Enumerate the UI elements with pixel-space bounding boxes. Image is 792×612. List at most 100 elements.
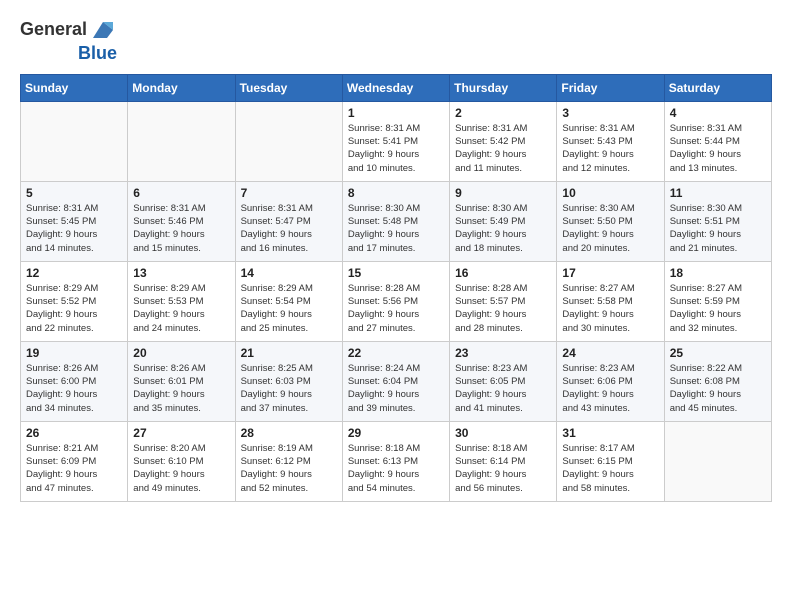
day-info: Sunrise: 8:22 AM Sunset: 6:08 PM Dayligh… [670, 362, 766, 415]
day-info: Sunrise: 8:30 AM Sunset: 5:51 PM Dayligh… [670, 202, 766, 255]
calendar-cell: 14Sunrise: 8:29 AM Sunset: 5:54 PM Dayli… [235, 261, 342, 341]
calendar-cell: 6Sunrise: 8:31 AM Sunset: 5:46 PM Daylig… [128, 181, 235, 261]
calendar-cell: 28 Sunrise: 8:19 AM Sunset: 6:12 PM Dayli… [235, 421, 342, 501]
week-row-3: 12Sunrise: 8:29 AM Sunset: 5:52 PM Dayli… [21, 261, 772, 341]
day-number: 30 [455, 426, 551, 440]
day-number: 16 [455, 266, 551, 280]
day-number: 5 [26, 186, 122, 200]
day-number: 8 [348, 186, 444, 200]
calendar-cell: 5 Sunrise: 8:31 AM Sunset: 5:45 PM Daylig… [21, 181, 128, 261]
day-number: 13 [133, 266, 229, 280]
week-row-2: 5 Sunrise: 8:31 AM Sunset: 5:45 PM Daylig… [21, 181, 772, 261]
day-info: Sunrise: 8:30 AM Sunset: 5:48 PM Dayligh… [348, 202, 444, 255]
calendar-cell: 27 Sunrise: 8:20 AM Sunset: 6:10 PM Dayli… [128, 421, 235, 501]
page-header: General Blue [20, 16, 772, 64]
logo-icon [89, 16, 117, 44]
day-info: Sunrise: 8:31 AM Sunset: 5:47 PM Dayligh… [241, 202, 337, 255]
calendar-cell: 21 Sunrise: 8:25 AM Sunset: 6:03 PM Dayli… [235, 341, 342, 421]
day-number: 9 [455, 186, 551, 200]
day-number: 17 [562, 266, 658, 280]
day-number: 25 [670, 346, 766, 360]
day-number: 3 [562, 106, 658, 120]
day-info: Sunrise: 8:31 AM Sunset: 5:46 PM Dayligh… [133, 202, 229, 255]
calendar-cell: 15 Sunrise: 8:28 AM Sunset: 5:56 PM Dayli… [342, 261, 449, 341]
calendar-cell [235, 101, 342, 181]
day-info: Sunrise: 8:30 AM Sunset: 5:49 PM Dayligh… [455, 202, 551, 255]
day-number: 31 [562, 426, 658, 440]
calendar-cell [21, 101, 128, 181]
day-number: 12 [26, 266, 122, 280]
calendar-cell: 24Sunrise: 8:23 AM Sunset: 6:06 PM Dayli… [557, 341, 664, 421]
day-info: Sunrise: 8:28 AM Sunset: 5:56 PM Dayligh… [348, 282, 444, 335]
calendar-cell: 17 Sunrise: 8:27 AM Sunset: 5:58 PM Dayli… [557, 261, 664, 341]
calendar-cell: 1Sunrise: 8:31 AM Sunset: 5:41 PM Daylig… [342, 101, 449, 181]
day-number: 26 [26, 426, 122, 440]
day-number: 28 [241, 426, 337, 440]
calendar-cell: 25 Sunrise: 8:22 AM Sunset: 6:08 PM Dayli… [664, 341, 771, 421]
day-number: 14 [241, 266, 337, 280]
day-info: Sunrise: 8:31 AM Sunset: 5:43 PM Dayligh… [562, 122, 658, 175]
calendar-cell [664, 421, 771, 501]
day-info: Sunrise: 8:20 AM Sunset: 6:10 PM Dayligh… [133, 442, 229, 495]
weekday-header-saturday: Saturday [664, 74, 771, 101]
day-info: Sunrise: 8:23 AM Sunset: 6:05 PM Dayligh… [455, 362, 551, 415]
calendar-table: SundayMondayTuesdayWednesdayThursdayFrid… [20, 74, 772, 502]
day-number: 22 [348, 346, 444, 360]
calendar-cell: 31Sunrise: 8:17 AM Sunset: 6:15 PM Dayli… [557, 421, 664, 501]
calendar-cell: 29 Sunrise: 8:18 AM Sunset: 6:13 PM Dayli… [342, 421, 449, 501]
logo: General Blue [20, 16, 117, 64]
calendar-cell: 8 Sunrise: 8:30 AM Sunset: 5:48 PM Daylig… [342, 181, 449, 261]
day-info: Sunrise: 8:18 AM Sunset: 6:14 PM Dayligh… [455, 442, 551, 495]
calendar-cell: 13 Sunrise: 8:29 AM Sunset: 5:53 PM Dayli… [128, 261, 235, 341]
day-number: 21 [241, 346, 337, 360]
day-number: 19 [26, 346, 122, 360]
calendar-cell: 19Sunrise: 8:26 AM Sunset: 6:00 PM Dayli… [21, 341, 128, 421]
day-info: Sunrise: 8:31 AM Sunset: 5:45 PM Dayligh… [26, 202, 122, 255]
day-info: Sunrise: 8:31 AM Sunset: 5:44 PM Dayligh… [670, 122, 766, 175]
day-number: 4 [670, 106, 766, 120]
weekday-header-row: SundayMondayTuesdayWednesdayThursdayFrid… [21, 74, 772, 101]
day-number: 15 [348, 266, 444, 280]
weekday-header-tuesday: Tuesday [235, 74, 342, 101]
week-row-1: 1Sunrise: 8:31 AM Sunset: 5:41 PM Daylig… [21, 101, 772, 181]
calendar-cell: 12Sunrise: 8:29 AM Sunset: 5:52 PM Dayli… [21, 261, 128, 341]
day-number: 2 [455, 106, 551, 120]
day-info: Sunrise: 8:18 AM Sunset: 6:13 PM Dayligh… [348, 442, 444, 495]
day-number: 24 [562, 346, 658, 360]
day-number: 27 [133, 426, 229, 440]
day-info: Sunrise: 8:25 AM Sunset: 6:03 PM Dayligh… [241, 362, 337, 415]
calendar-cell: 16Sunrise: 8:28 AM Sunset: 5:57 PM Dayli… [450, 261, 557, 341]
calendar-cell: 4 Sunrise: 8:31 AM Sunset: 5:44 PM Daylig… [664, 101, 771, 181]
calendar-cell: 22 Sunrise: 8:24 AM Sunset: 6:04 PM Dayli… [342, 341, 449, 421]
day-info: Sunrise: 8:21 AM Sunset: 6:09 PM Dayligh… [26, 442, 122, 495]
day-number: 23 [455, 346, 551, 360]
calendar-cell: 7Sunrise: 8:31 AM Sunset: 5:47 PM Daylig… [235, 181, 342, 261]
calendar-cell: 26 Sunrise: 8:21 AM Sunset: 6:09 PM Dayli… [21, 421, 128, 501]
day-info: Sunrise: 8:30 AM Sunset: 5:50 PM Dayligh… [562, 202, 658, 255]
day-info: Sunrise: 8:19 AM Sunset: 6:12 PM Dayligh… [241, 442, 337, 495]
week-row-4: 19Sunrise: 8:26 AM Sunset: 6:00 PM Dayli… [21, 341, 772, 421]
weekday-header-wednesday: Wednesday [342, 74, 449, 101]
calendar-cell: 18Sunrise: 8:27 AM Sunset: 5:59 PM Dayli… [664, 261, 771, 341]
weekday-header-thursday: Thursday [450, 74, 557, 101]
weekday-header-monday: Monday [128, 74, 235, 101]
calendar-cell: 23 Sunrise: 8:23 AM Sunset: 6:05 PM Dayli… [450, 341, 557, 421]
day-info: Sunrise: 8:29 AM Sunset: 5:53 PM Dayligh… [133, 282, 229, 335]
logo-blue: Blue [78, 44, 117, 64]
day-info: Sunrise: 8:26 AM Sunset: 6:01 PM Dayligh… [133, 362, 229, 415]
day-info: Sunrise: 8:27 AM Sunset: 5:58 PM Dayligh… [562, 282, 658, 335]
day-number: 10 [562, 186, 658, 200]
calendar-cell: 30 Sunrise: 8:18 AM Sunset: 6:14 PM Dayli… [450, 421, 557, 501]
calendar-cell: 10 Sunrise: 8:30 AM Sunset: 5:50 PM Dayli… [557, 181, 664, 261]
weekday-header-sunday: Sunday [21, 74, 128, 101]
day-info: Sunrise: 8:24 AM Sunset: 6:04 PM Dayligh… [348, 362, 444, 415]
weekday-header-friday: Friday [557, 74, 664, 101]
day-number: 29 [348, 426, 444, 440]
calendar-cell: 9 Sunrise: 8:30 AM Sunset: 5:49 PM Daylig… [450, 181, 557, 261]
day-info: Sunrise: 8:31 AM Sunset: 5:42 PM Dayligh… [455, 122, 551, 175]
calendar-cell: 20 Sunrise: 8:26 AM Sunset: 6:01 PM Dayli… [128, 341, 235, 421]
calendar-cell: 2 Sunrise: 8:31 AM Sunset: 5:42 PM Daylig… [450, 101, 557, 181]
day-number: 11 [670, 186, 766, 200]
logo-general: General [20, 20, 87, 40]
day-number: 20 [133, 346, 229, 360]
